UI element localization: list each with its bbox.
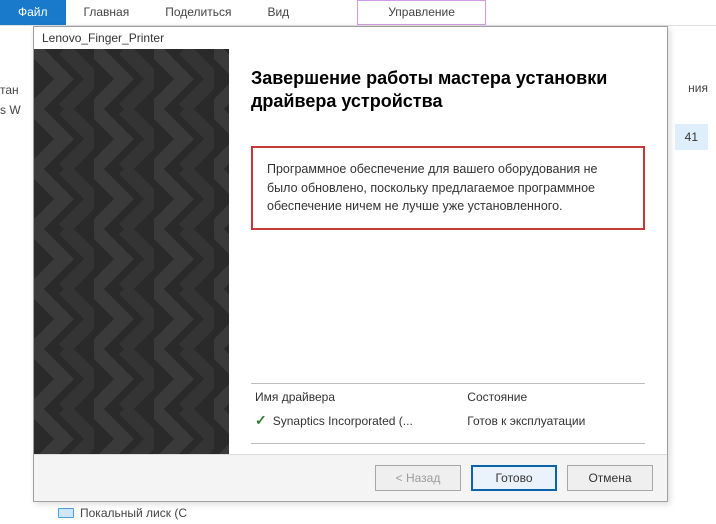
ribbon-tab-home[interactable]: Главная xyxy=(66,0,148,25)
dialog-title: Lenovo_Finger_Printer xyxy=(34,27,667,49)
ribbon-tab-file[interactable]: Файл xyxy=(0,0,66,25)
bg-left-text: тан s W xyxy=(0,80,21,120)
bg-left-line1: тан xyxy=(0,80,21,100)
check-icon: ✓ xyxy=(255,412,267,428)
bg-bottom-item[interactable]: Покальный лиск (С xyxy=(58,506,187,520)
driver-table: Имя драйвера Состояние ✓ Synaptics Incorp… xyxy=(251,383,645,444)
wizard-heading: Завершение работы мастера установки драй… xyxy=(251,67,645,114)
ribbon-tab-manage[interactable]: Управление xyxy=(357,0,486,25)
wizard-main: Завершение работы мастера установки драй… xyxy=(229,49,667,454)
finish-button[interactable]: Готово xyxy=(471,465,557,491)
ribbon: Файл Главная Поделиться Вид Управление xyxy=(0,0,716,26)
back-button: < Назад xyxy=(375,465,461,491)
dialog-body: Завершение работы мастера установки драй… xyxy=(34,49,667,454)
ribbon-tab-share[interactable]: Поделиться xyxy=(147,0,249,25)
table-row: ✓ Synaptics Incorporated (... Готов к экс… xyxy=(255,412,641,429)
bg-bottom-label: Покальный лиск (С xyxy=(80,506,187,520)
ribbon-tab-view[interactable]: Вид xyxy=(249,0,307,25)
col-header-name: Имя драйвера xyxy=(255,390,467,404)
wizard-message: Программное обеспечение для вашего обору… xyxy=(251,146,645,230)
driver-wizard-dialog: Lenovo_Finger_Printer Завершение работы … xyxy=(33,26,668,502)
dialog-footer: < Назад Готово Отмена xyxy=(34,454,667,501)
driver-name-cell: ✓ Synaptics Incorporated (... xyxy=(255,412,467,429)
cancel-button[interactable]: Отмена xyxy=(567,465,653,491)
col-header-status: Состояние xyxy=(467,390,641,404)
bg-right-text: ния xyxy=(688,81,708,95)
bg-left-line2: s W xyxy=(0,100,21,120)
bg-right-row: 41 xyxy=(675,124,708,150)
drive-icon xyxy=(58,506,72,520)
driver-status-cell: Готов к эксплуатации xyxy=(467,414,641,428)
driver-table-header: Имя драйвера Состояние xyxy=(255,390,641,404)
driver-name-text: Synaptics Incorporated (... xyxy=(273,414,413,428)
wizard-side-artwork xyxy=(34,49,229,454)
